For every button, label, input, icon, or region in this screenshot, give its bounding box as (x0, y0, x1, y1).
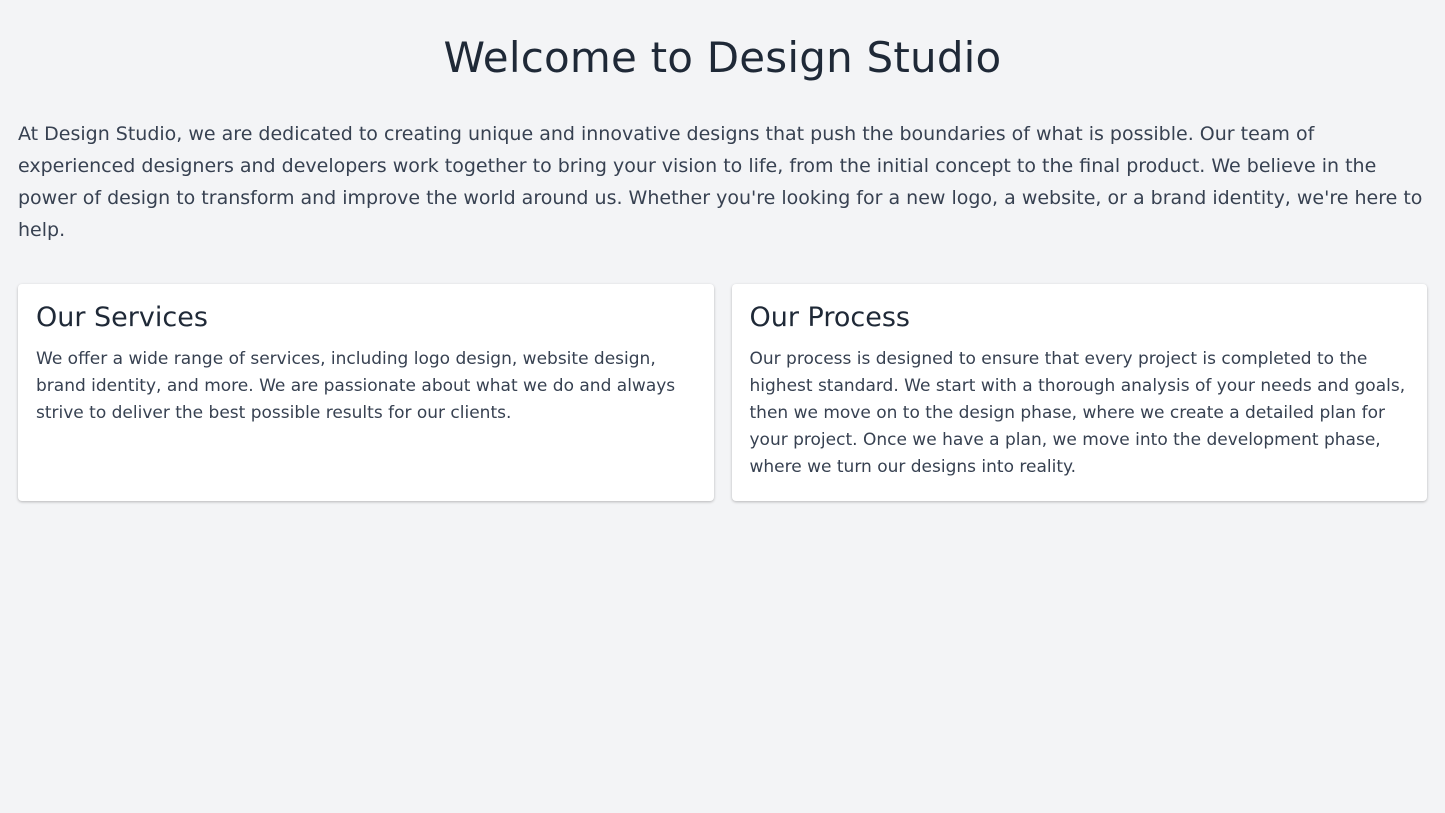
process-card: Our Process Our process is designed to e… (731, 284, 1427, 501)
process-card-body: Our process is designed to ensure that e… (749, 349, 1406, 477)
services-card: Our Services We offer a wide range of se… (18, 284, 714, 501)
page-title: Welcome to Design Studio (443, 33, 1002, 82)
info-cards: Our Services We offer a wide range of se… (18, 284, 1427, 501)
services-card-body: We offer a wide range of services, inclu… (36, 349, 676, 423)
intro-paragraph: At Design Studio, we are dedicated to cr… (18, 123, 1423, 241)
process-card-title: Our Process (749, 302, 910, 333)
services-card-title: Our Services (36, 302, 208, 333)
page-container: Welcome to Design Studio At Design Studi… (0, 0, 1445, 813)
